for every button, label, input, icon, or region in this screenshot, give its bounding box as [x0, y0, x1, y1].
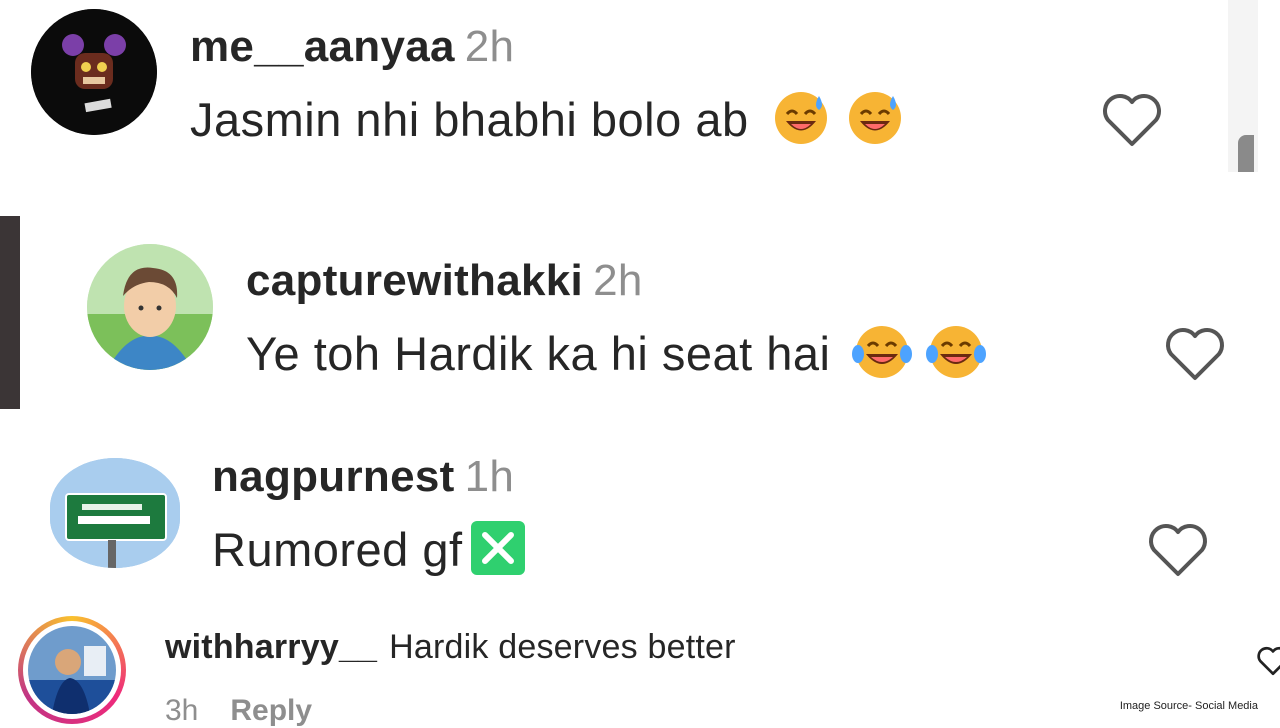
sweat-smile-emoji [773, 90, 829, 157]
avatar[interactable] [31, 9, 157, 135]
left-dark-strip [0, 216, 20, 409]
comment-text: Jasmin nhi bhabhi bolo ab [190, 90, 903, 157]
tears-of-joy-emoji [926, 324, 987, 391]
comment-meta: 3h Reply [165, 694, 312, 728]
avatar[interactable] [87, 244, 213, 370]
comment-text: withharryy__ Hardik deserves better [165, 628, 736, 667]
comment-row: capturewithakki 2h Ye toh Hardik ka hi se… [20, 216, 1260, 409]
heart-icon[interactable] [1256, 646, 1280, 676]
comment-time: 2h [593, 256, 643, 305]
comment-username[interactable]: nagpurnest 1h [212, 452, 514, 502]
comment-body: Rumored gf [212, 522, 463, 576]
avatar[interactable] [50, 458, 180, 568]
username-text[interactable]: me__aanyaa [190, 22, 455, 71]
comment-body: Hardik deserves better [389, 628, 736, 666]
avatar-cartoon-image [87, 244, 213, 370]
comment-text: Ye toh Hardik ka hi seat hai [246, 324, 987, 391]
avatar-photo-image [28, 626, 116, 714]
comment-time: 2h [464, 22, 515, 71]
cross-mark-button-emoji [469, 520, 527, 587]
comment-row: withharryy__ Hardik deserves better 3h Rep… [0, 608, 1280, 727]
reply-button[interactable]: Reply [230, 694, 312, 727]
avatar-cartoon-image [31, 9, 157, 135]
tears-of-joy-emoji [852, 324, 913, 391]
comment-username[interactable]: withharryy__ [165, 628, 377, 666]
sweat-smile-emoji [847, 90, 903, 157]
comment-username[interactable]: me__aanyaa 2h [190, 22, 514, 72]
comment-row: nagpurnest 1h Rumored gf [0, 440, 1228, 600]
comment-time: 3h [165, 694, 199, 727]
comment-body: Jasmin nhi bhabhi bolo ab [190, 92, 749, 146]
heart-icon[interactable] [1146, 522, 1210, 578]
comment-time: 1h [464, 452, 515, 501]
avatar-sign-image [50, 458, 180, 568]
username-text[interactable]: nagpurnest [212, 452, 455, 501]
heart-icon[interactable] [1100, 92, 1164, 148]
comment-row: me__aanyaa 2h Jasmin nhi bhabhi bolo ab [0, 0, 1228, 172]
avatar-story-ring[interactable] [18, 616, 126, 724]
comment-body: Ye toh Hardik ka hi seat hai [246, 326, 831, 380]
username-text[interactable]: capturewithakki [246, 256, 583, 305]
comment-username[interactable]: capturewithakki 2h [246, 256, 643, 306]
scrollbar-thumb[interactable] [1238, 135, 1254, 172]
heart-icon[interactable] [1163, 326, 1227, 382]
comment-text: Rumored gf [212, 520, 527, 587]
image-source-credit: Image Source- Social Media [1119, 700, 1258, 712]
